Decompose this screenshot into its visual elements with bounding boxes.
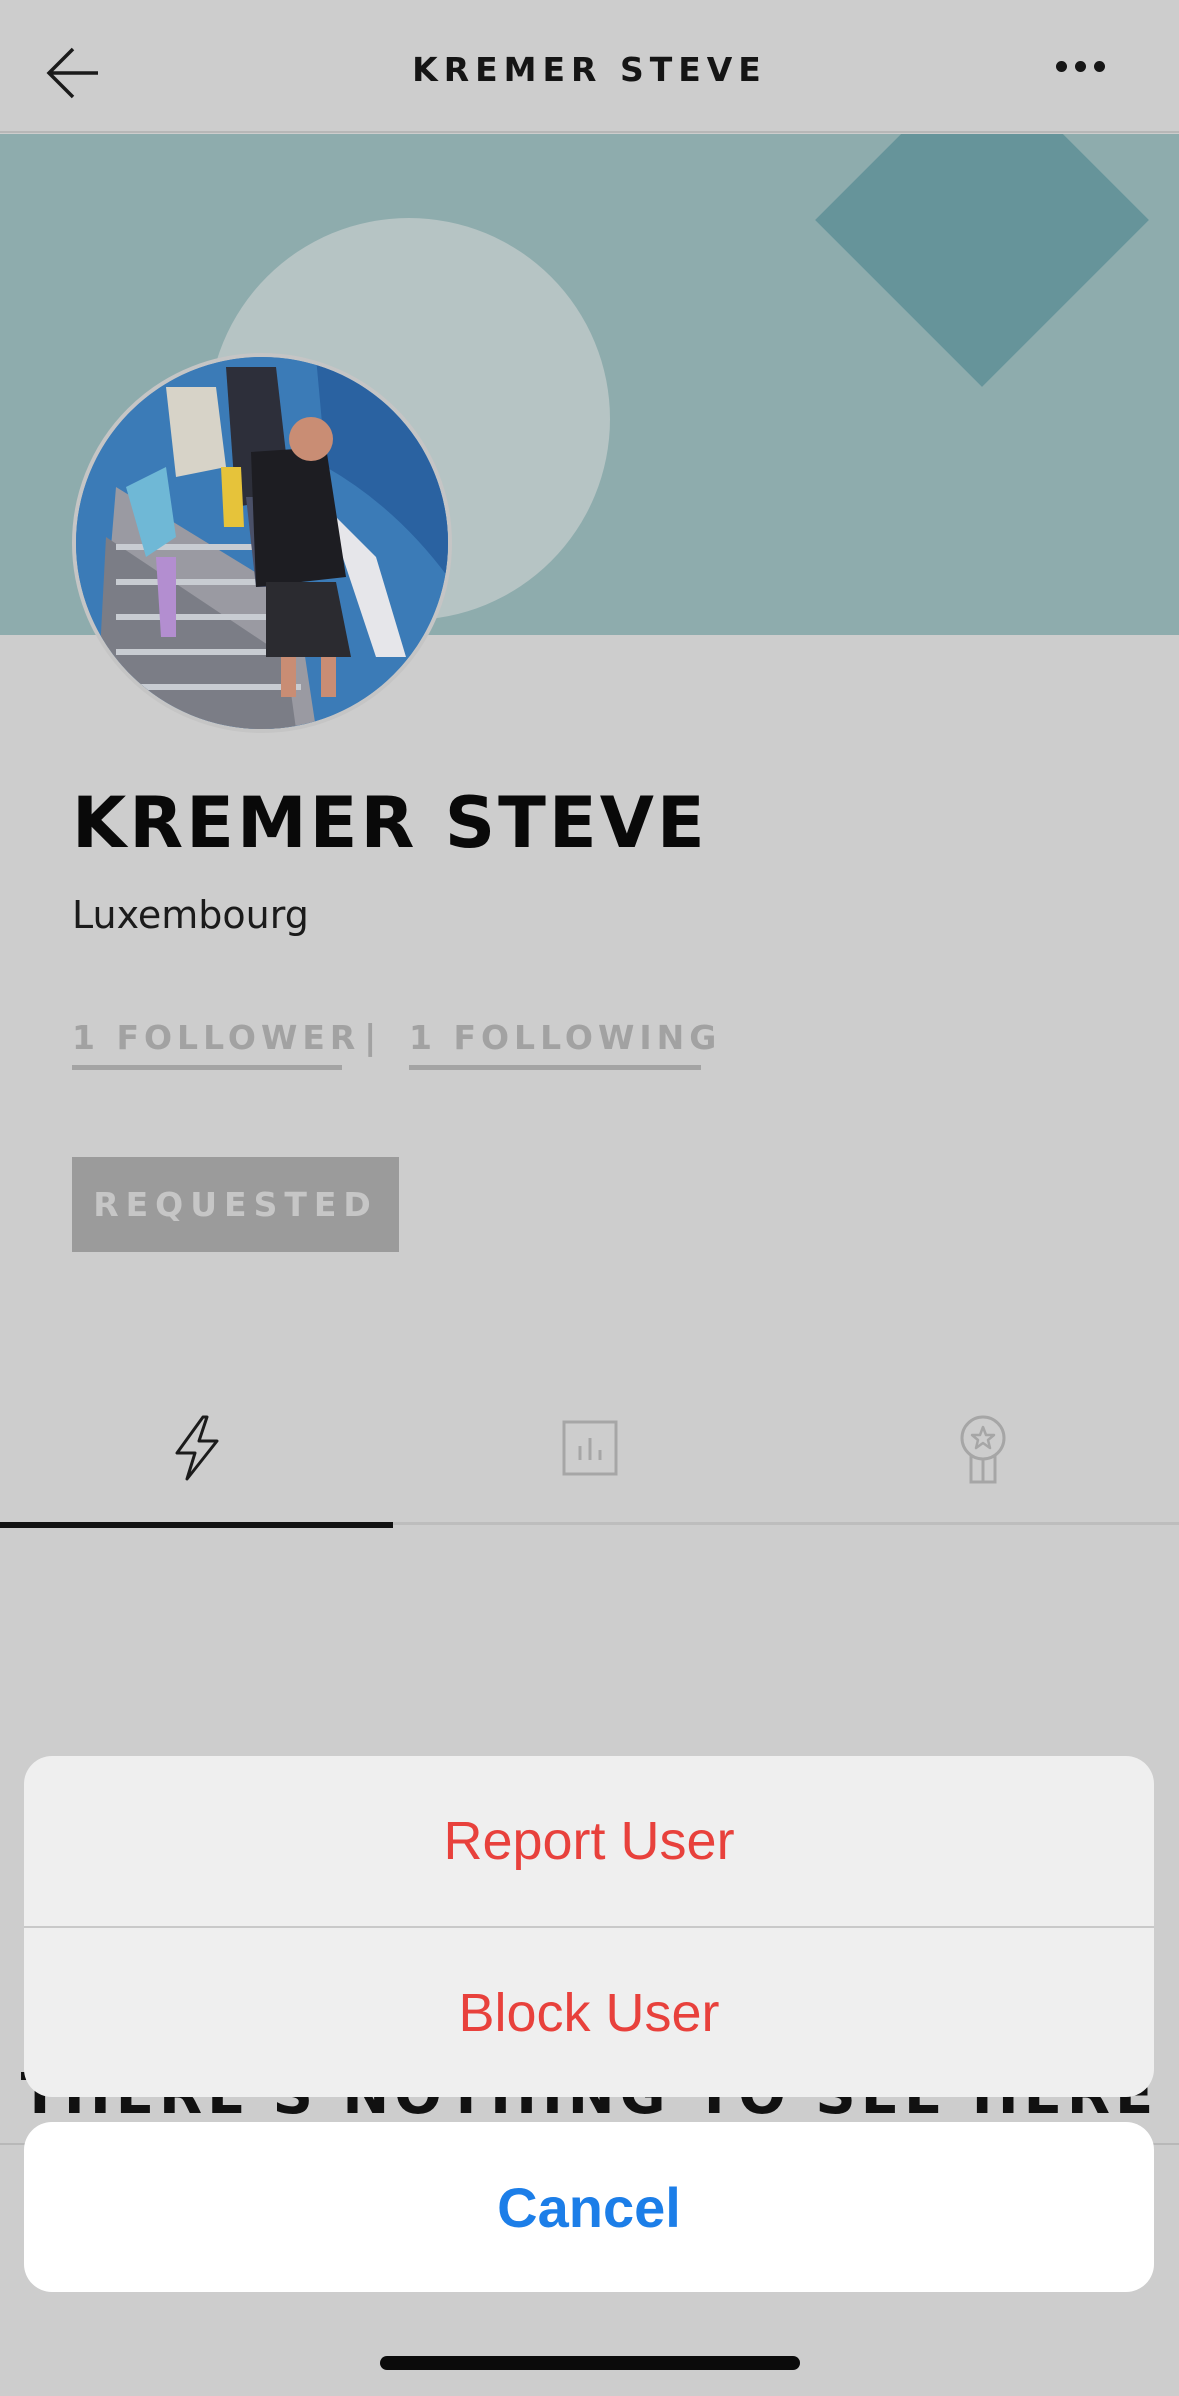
report-user-button[interactable]: Report User <box>24 1756 1154 1926</box>
achievement-medal-icon <box>960 1415 1005 1483</box>
stats-chart-icon <box>562 1420 617 1475</box>
profile-tabs <box>0 1370 1179 1528</box>
tab-activity[interactable] <box>0 1370 393 1528</box>
tab-achievements[interactable] <box>786 1370 1179 1525</box>
top-navigation-bar: KREMER STEVE <box>0 0 1179 133</box>
avatar-photo <box>76 357 448 729</box>
tab-stats[interactable] <box>393 1370 786 1525</box>
more-options-button[interactable] <box>1040 44 1120 88</box>
activity-bolt-icon <box>175 1415 218 1480</box>
profile-name: KREMER STEVE <box>72 782 708 864</box>
profile-screen: KREMER STEVE KREMER STEVE Luxembourg 1 F… <box>0 0 1179 2396</box>
stats-separator: | <box>364 1018 377 1058</box>
profile-location: Luxembourg <box>72 893 309 937</box>
following-link[interactable]: 1 FOLLOWING <box>409 1016 716 1070</box>
block-user-button[interactable]: Block User <box>24 1928 1154 2097</box>
banner-diamond-shape <box>815 134 1149 387</box>
requested-button[interactable]: REQUESTED <box>72 1157 399 1252</box>
ellipsis-icon <box>1055 60 1067 72</box>
followers-link[interactable]: 1 FOLLOWER <box>72 1016 355 1070</box>
avatar[interactable] <box>72 353 452 733</box>
nav-title: KREMER STEVE <box>412 50 767 89</box>
home-indicator[interactable] <box>380 2356 800 2370</box>
action-sheet: Report User Block User <box>24 1756 1154 2097</box>
cancel-button[interactable]: Cancel <box>24 2122 1154 2292</box>
